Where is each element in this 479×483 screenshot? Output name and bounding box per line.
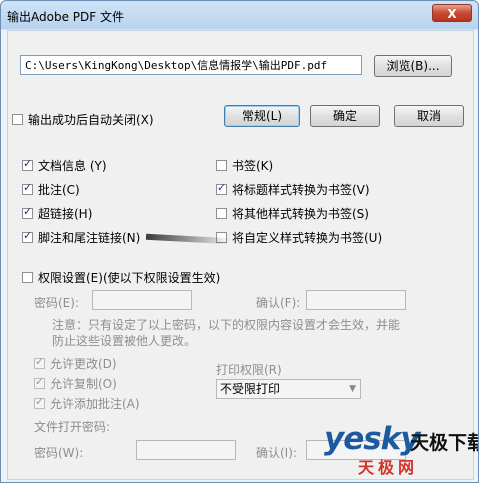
browse-button[interactable]: 浏览(B)... [374,55,452,77]
permissions-note: 注意：只有设定了以上密码，以下的权限内容设置才会生效，并能防止这些设置被他人更改… [52,318,401,348]
print-permission-value: 不受限打印 [220,382,281,396]
custom-style-bookmark-label: 将自定义样式转换为书签(U) [232,231,383,245]
doc-info-checkbox[interactable]: 文档信息 (Y) [22,157,107,174]
close-button[interactable]: X [432,4,472,22]
bookmark-box[interactable] [216,160,227,171]
permissions-label: 权限设置(E)(使以下权限设置生效) [38,271,221,285]
custom-style-bookmark-checkbox[interactable]: 将自定义样式转换为书签(U) [216,229,382,246]
heading-bookmark-box[interactable] [216,181,227,195]
dialog-window: 输出Adobe PDF 文件 X C:\Users\KingKong\Deskt… [0,0,479,483]
doc-info-label: 文档信息 (Y) [38,159,107,173]
watermark-logo: yesky 天极下载 天极网 [324,421,478,477]
auto-close-box[interactable] [12,114,23,125]
permissions-box[interactable] [22,272,33,283]
title-bar: 输出Adobe PDF 文件 X [1,1,478,31]
other-style-bookmark-label: 将其他样式转换为书签(S) [232,207,369,221]
print-permission-select[interactable]: 不受限打印 ▼ [216,379,361,399]
ok-button[interactable]: 确定 [310,105,380,127]
allow-copy-checkbox[interactable]: 允许复制(O) [34,375,117,392]
heading-bookmark-checkbox[interactable]: 将标题样式转换为书签(V) [216,181,370,198]
permission-confirm-input[interactable] [306,290,406,310]
other-style-bookmark-checkbox[interactable]: 将其他样式转换为书签(S) [216,205,369,222]
chevron-down-icon: ▼ [349,384,356,394]
comments-checkbox[interactable]: 批注(C) [22,181,80,198]
permissions-checkbox[interactable]: 权限设置(E)(使以下权限设置生效) [22,269,220,286]
open-password-label: 密码(W): [34,446,84,460]
cancel-button[interactable]: 取消 [394,105,464,127]
watermark-sub-text: 天极网 [358,458,419,477]
allow-comment-label: 允许添加批注(A) [50,397,140,411]
open-confirm-label: 确认(I): [256,446,297,460]
allow-change-box[interactable] [34,355,45,369]
print-permission-label: 打印权限(R) [216,363,282,377]
auto-close-checkbox[interactable]: 输出成功后自动关闭(X) [12,111,154,128]
open-password-input[interactable] [136,440,236,460]
allow-comment-checkbox[interactable]: 允许添加批注(A) [34,395,140,412]
permission-password-input[interactable] [92,290,192,310]
dialog-body: C:\Users\KingKong\Desktop\信息情报学\输出PDF.pd… [7,30,474,480]
auto-close-label: 输出成功后自动关闭(X) [28,113,154,127]
bookmark-checkbox[interactable]: 书签(K) [216,157,273,174]
allow-change-checkbox[interactable]: 允许更改(D) [34,355,117,372]
doc-info-box[interactable] [22,157,33,171]
allow-copy-label: 允许复制(O) [50,377,117,391]
watermark-side-text: 天极下载 [410,432,479,454]
permission-confirm-label: 确认(F): [256,296,301,310]
watermark-main-text: yesky [324,421,421,457]
hyperlink-checkbox[interactable]: 超链接(H) [22,205,92,222]
other-style-bookmark-box[interactable] [216,208,227,219]
hyperlink-label: 超链接(H) [38,207,93,221]
comments-box[interactable] [22,181,33,195]
comments-label: 批注(C) [38,183,80,197]
output-path-input[interactable]: C:\Users\KingKong\Desktop\信息情报学\输出PDF.pd… [20,55,362,75]
heading-bookmark-label: 将标题样式转换为书签(V) [232,183,370,197]
bookmark-label: 书签(K) [232,159,274,173]
permission-password-label: 密码(E): [34,296,79,310]
allow-copy-box[interactable] [34,375,45,389]
general-button[interactable]: 常规(L) [224,105,300,127]
footnote-link-label: 脚注和尾注链接(N) [38,231,141,245]
window-title: 输出Adobe PDF 文件 [7,10,124,24]
allow-comment-box[interactable] [34,395,45,409]
footnote-link-checkbox[interactable]: 脚注和尾注链接(N) [22,229,140,246]
hyperlink-box[interactable] [22,205,33,219]
open-password-heading: 文件打开密码: [34,420,111,434]
footnote-link-box[interactable] [22,229,33,243]
allow-change-label: 允许更改(D) [50,357,117,371]
